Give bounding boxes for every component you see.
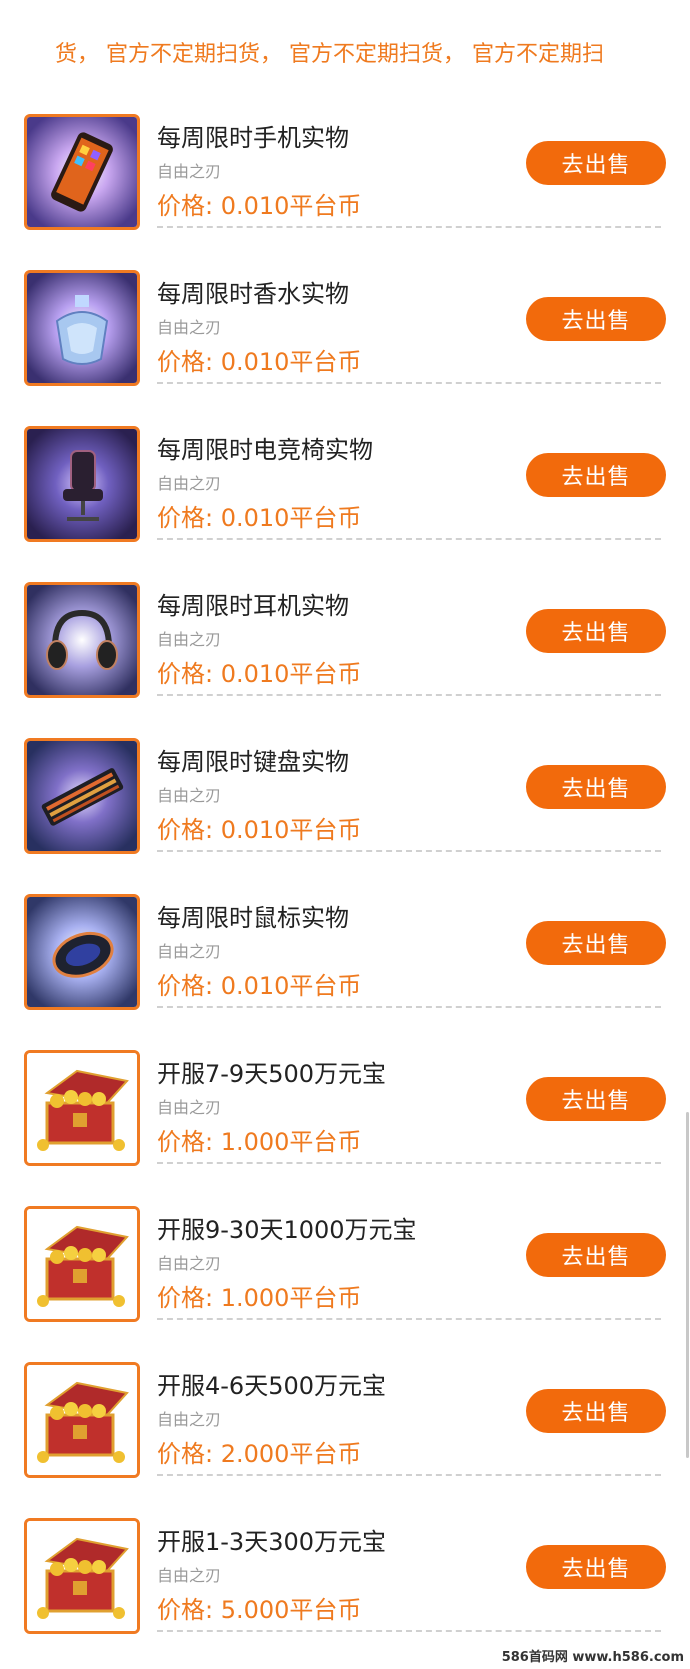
product-name: 开服1-3天300万元宝 — [157, 1528, 387, 1556]
seller-name: 自由之刃 — [157, 474, 222, 493]
sell-button[interactable]: 去出售 — [526, 1389, 666, 1433]
product-price: 价格: 0.010平台币 — [157, 660, 362, 688]
divider — [157, 1318, 661, 1320]
sell-button[interactable]: 去出售 — [526, 921, 666, 965]
product-name: 每周限时香水实物 — [157, 280, 349, 308]
product-name: 每周限时耳机实物 — [157, 592, 349, 620]
divider — [157, 226, 661, 228]
product-name: 每周限时手机实物 — [157, 124, 349, 152]
scrollbar[interactable] — [686, 1112, 689, 1458]
product-price: 价格: 0.010平台币 — [157, 504, 362, 532]
sell-button[interactable]: 去出售 — [526, 297, 666, 341]
product-name: 每周限时鼠标实物 — [157, 904, 349, 932]
sell-button[interactable]: 去出售 — [526, 1545, 666, 1589]
sell-button[interactable]: 去出售 — [526, 453, 666, 497]
divider — [157, 1474, 661, 1476]
divider — [157, 1162, 661, 1164]
product-name: 开服9-30天1000万元宝 — [157, 1216, 417, 1244]
product-price: 价格: 2.000平台币 — [157, 1440, 362, 1468]
divider — [157, 538, 661, 540]
product-price: 价格: 5.000平台币 — [157, 1596, 362, 1624]
treasure-chest-icon — [24, 1206, 140, 1322]
divider — [157, 694, 661, 696]
list-item: 每周限时电竞椅实物 自由之刃 价格: 0.010平台币 去出售 — [0, 420, 690, 576]
divider — [157, 850, 661, 852]
watermark: 586首码网 www.h586.com — [501, 1650, 684, 1665]
treasure-chest-icon — [24, 1050, 140, 1166]
seller-name: 自由之刃 — [157, 1254, 222, 1273]
divider — [157, 382, 661, 384]
list-item: 开服7-9天500万元宝 自由之刃 价格: 1.000平台币 去出售 — [0, 1044, 690, 1200]
sell-button[interactable]: 去出售 — [526, 765, 666, 809]
list-item: 每周限时耳机实物 自由之刃 价格: 0.010平台币 去出售 — [0, 576, 690, 732]
list-item: 开服9-30天1000万元宝 自由之刃 价格: 1.000平台币 去出售 — [0, 1200, 690, 1356]
seller-name: 自由之刃 — [157, 1098, 222, 1117]
seller-name: 自由之刃 — [157, 162, 222, 181]
product-name: 每周限时电竞椅实物 — [157, 436, 373, 464]
list-item: 每周限时鼠标实物 自由之刃 价格: 0.010平台币 去出售 — [0, 888, 690, 1044]
mouse-icon — [24, 894, 140, 1010]
keyboard-icon — [24, 738, 140, 854]
phone-icon — [24, 114, 140, 230]
list-item: 每周限时手机实物 自由之刃 价格: 0.010平台币 去出售 — [0, 108, 690, 264]
product-name: 每周限时键盘实物 — [157, 748, 349, 776]
divider — [157, 1006, 661, 1008]
treasure-chest-icon — [24, 1362, 140, 1478]
seller-name: 自由之刃 — [157, 318, 222, 337]
product-name: 开服4-6天500万元宝 — [157, 1372, 387, 1400]
list-item: 每周限时键盘实物 自由之刃 价格: 0.010平台币 去出售 — [0, 732, 690, 888]
gaming-chair-icon — [24, 426, 140, 542]
headphones-icon — [24, 582, 140, 698]
sell-button[interactable]: 去出售 — [526, 141, 666, 185]
product-name: 开服7-9天500万元宝 — [157, 1060, 387, 1088]
seller-name: 自由之刃 — [157, 786, 222, 805]
seller-name: 自由之刃 — [157, 1410, 222, 1429]
seller-name: 自由之刃 — [157, 1566, 222, 1585]
product-price: 价格: 1.000平台币 — [157, 1284, 362, 1312]
list-item: 开服4-6天500万元宝 自由之刃 价格: 2.000平台币 去出售 — [0, 1356, 690, 1512]
treasure-chest-icon — [24, 1518, 140, 1634]
sell-button[interactable]: 去出售 — [526, 609, 666, 653]
product-price: 价格: 0.010平台币 — [157, 972, 362, 1000]
list-item: 每周限时香水实物 自由之刃 价格: 0.010平台币 去出售 — [0, 264, 690, 420]
seller-name: 自由之刃 — [157, 942, 222, 961]
seller-name: 自由之刃 — [157, 630, 222, 649]
list-item: 开服1-3天300万元宝 自由之刃 价格: 5.000平台币 去出售 — [0, 1512, 690, 1668]
sell-button[interactable]: 去出售 — [526, 1233, 666, 1277]
announcement-marquee: 货， 官方不定期扫货， 官方不定期扫货， 官方不定期扫 — [55, 42, 604, 67]
product-price: 价格: 1.000平台币 — [157, 1128, 362, 1156]
divider — [157, 1630, 661, 1632]
perfume-icon — [24, 270, 140, 386]
product-price: 价格: 0.010平台币 — [157, 192, 362, 220]
product-price: 价格: 0.010平台币 — [157, 816, 362, 844]
sell-button[interactable]: 去出售 — [526, 1077, 666, 1121]
product-price: 价格: 0.010平台币 — [157, 348, 362, 376]
